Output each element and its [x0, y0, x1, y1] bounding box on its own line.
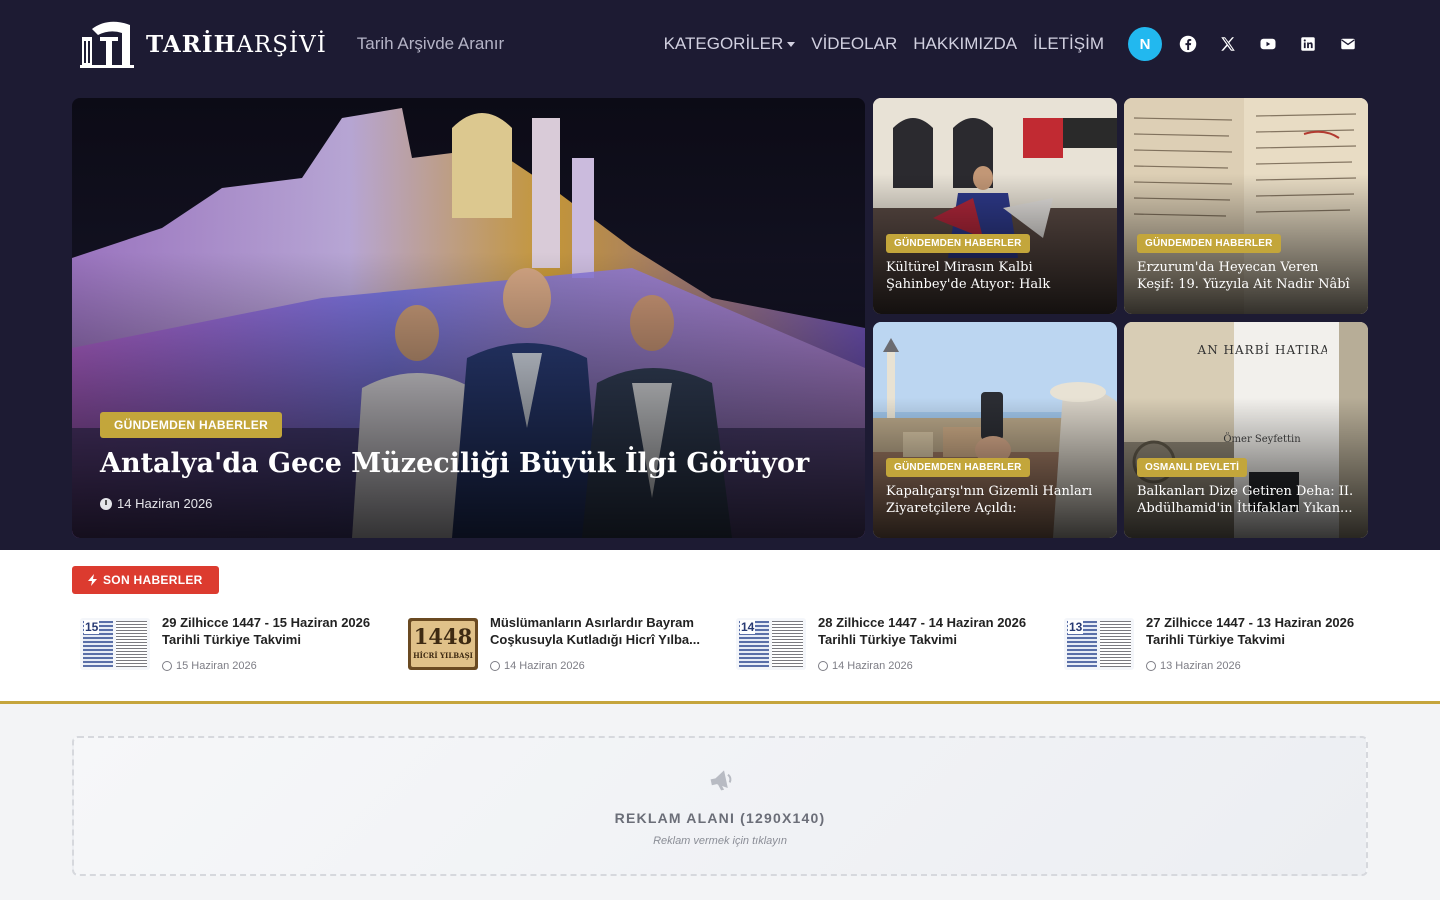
news-thumb: 1448 HİCRİ YILBAŞI [408, 618, 478, 670]
nav-hakkimizda[interactable]: HAKKIMIZDA [913, 34, 1017, 54]
site-tagline: Tarih Arşivde Aranır [356, 34, 505, 53]
nav-kategoriler[interactable]: KATEGORİLER [664, 34, 796, 54]
featured-card-1[interactable]: GÜNDEMDEN HABERLER Kültürel Mirasın Kalb… [873, 98, 1117, 314]
news-thumb: 14 [736, 618, 806, 670]
featured-card-3[interactable]: GÜNDEMDEN HABERLER Kapalıçarşı'nın Gizem… [873, 322, 1117, 538]
featured-card-4[interactable]: BALKAN HARBİ HATIRALARI Ömer Seyfettin O… [1124, 322, 1368, 538]
site-header: TARİHARŞİVİ Tarih Arşivde Aranır KATEGOR… [72, 14, 1368, 74]
card-title[interactable]: Kültürel Mirasın Kalbi Şahinbey'de Atıyo… [886, 259, 1106, 293]
clock-icon [818, 661, 828, 671]
son-haberler-label: SON HABERLER [72, 566, 219, 594]
book-cover-text: BALKAN HARBİ HATIRALARI Ömer Seyfettin [1197, 342, 1327, 445]
gold-divider [0, 701, 1440, 704]
user-avatar[interactable]: N [1128, 27, 1162, 61]
news-date: 15 Haziran 2026 [162, 660, 396, 672]
card-title[interactable]: Balkanları Dize Getiren Deha: II. Abdülh… [1137, 483, 1357, 517]
hero-title[interactable]: Antalya'da Gece Müzeciliği Büyük İlgi Gö… [100, 448, 809, 479]
ad-banner[interactable]: REKLAM ALANI (1290X140) Reklam vermek iç… [72, 736, 1368, 876]
news-date: 14 Haziran 2026 [490, 660, 724, 672]
news-item-3[interactable]: 14 28 Zilhicce 1447 - 14 Haziran 2026 Ta… [736, 614, 1054, 674]
ad-subtitle: Reklam vermek için tıklayın [653, 835, 787, 847]
clock-icon [162, 661, 172, 671]
megaphone-icon [710, 770, 732, 791]
main-nav: KATEGORİLER VİDEOLAR HAKKIMIZDA İLETİŞİM… [664, 27, 1368, 61]
hero-category-badge[interactable]: GÜNDEMDEN HABERLER [100, 412, 283, 438]
card-category-badge[interactable]: OSMANLI DEVLETİ [1137, 458, 1248, 477]
news-date: 13 Haziran 2026 [1146, 660, 1380, 672]
logo-text-light: ARŞİVİ [236, 31, 327, 58]
news-item-4[interactable]: 13 27 Zilhicce 1447 - 13 Haziran 2026 Ta… [1064, 614, 1382, 674]
nav-iletisim[interactable]: İLETİŞİM [1033, 34, 1104, 54]
ad-title: REKLAM ALANI (1290X140) [614, 810, 826, 826]
site-logo[interactable]: TARİHARŞİVİ [72, 14, 327, 74]
card-title[interactable]: Erzurum'da Heyecan Veren Keşif: 19. Yüzy… [1137, 259, 1357, 293]
svg-text:Ömer Seyfettin: Ömer Seyfettin [1223, 433, 1301, 445]
youtube-icon[interactable] [1248, 27, 1288, 61]
linkedin-icon[interactable] [1288, 27, 1328, 61]
card-category-badge[interactable]: GÜNDEMDEN HABERLER [886, 458, 1030, 477]
caret-down-icon [787, 41, 796, 47]
hero-date: 14 Haziran 2026 [100, 496, 212, 511]
clock-icon [490, 661, 500, 671]
news-thumb: 15 [80, 618, 150, 670]
news-title[interactable]: 29 Zilhicce 1447 - 15 Haziran 2026 Tarih… [162, 614, 396, 648]
svg-text:BALKAN HARBİ HATIRALARI: BALKAN HARBİ HATIRALARI [1197, 342, 1327, 357]
news-thumb: 13 [1064, 618, 1134, 670]
envelope-icon[interactable] [1328, 27, 1368, 61]
news-item-2[interactable]: 1448 HİCRİ YILBAŞI Müslümanların Asırlar… [408, 614, 726, 674]
news-date: 14 Haziran 2026 [818, 660, 1052, 672]
logo-text-bold: TARİH [146, 30, 237, 58]
card-category-badge[interactable]: GÜNDEMDEN HABERLER [886, 234, 1030, 253]
nav-videolar[interactable]: VİDEOLAR [811, 34, 897, 54]
card-category-badge[interactable]: GÜNDEMDEN HABERLER [1137, 234, 1281, 253]
news-title[interactable]: 27 Zilhicce 1447 - 13 Haziran 2026 Tarih… [1146, 614, 1380, 648]
clock-icon [100, 497, 112, 510]
x-twitter-icon[interactable] [1208, 27, 1248, 61]
clock-icon [1146, 661, 1156, 671]
card-title[interactable]: Kapalıçarşı'nın Gizemli Hanları Ziyaretç… [886, 483, 1106, 517]
news-title[interactable]: Müslümanların Asırlardır Bayram Coşkusuy… [490, 614, 724, 648]
hero-article[interactable]: GÜNDEMDEN HABERLER Antalya'da Gece Müzec… [72, 98, 865, 538]
logo-building-icon [80, 21, 134, 68]
news-item-1[interactable]: 15 29 Zilhicce 1447 - 15 Haziran 2026 Ta… [80, 614, 398, 674]
featured-card-2[interactable]: GÜNDEMDEN HABERLER Erzurum'da Heyecan Ve… [1124, 98, 1368, 314]
bolt-icon [88, 574, 97, 586]
facebook-icon[interactable] [1168, 27, 1208, 61]
news-title[interactable]: 28 Zilhicce 1447 - 14 Haziran 2026 Tarih… [818, 614, 1052, 648]
